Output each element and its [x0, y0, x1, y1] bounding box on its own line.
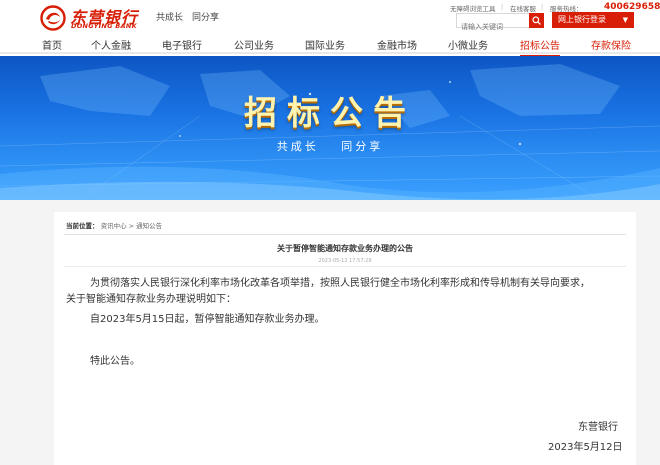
hotline-number: 4006296588 [604, 2, 660, 12]
link-separator: | [501, 3, 504, 11]
breadcrumb: 当前位置： 资讯中心 > 通知公告 [66, 220, 162, 230]
nav-item-personal-finance[interactable]: 个人金融 [91, 37, 131, 52]
search-input[interactable] [457, 20, 529, 34]
breadcrumb-divider [64, 234, 626, 235]
search-button[interactable] [529, 13, 544, 28]
chevron-down-icon: ▼ [622, 16, 628, 24]
nav-item-financial-markets[interactable]: 金融市场 [377, 37, 417, 52]
article-paragraph: 关于智能通知存款业务办理说明如下： [66, 294, 236, 305]
logo-english-name: DONGYING BANK [71, 22, 137, 30]
banner-subtitle-left: 共成长 [276, 140, 319, 153]
online-service-link[interactable]: 在线客服 [510, 3, 536, 13]
site-search [456, 13, 544, 34]
nav-item-small-business[interactable]: 小微业务 [448, 37, 488, 52]
article-signature: 东营银行 [578, 422, 618, 433]
nav-item-corporate[interactable]: 公司业务 [234, 37, 274, 52]
ebank-login-label: 网上银行登录 [558, 15, 606, 24]
hero-banner: 招标公告 共成长 同分享 [0, 56, 660, 200]
article-date: 2023-05-12 17:57:29 [318, 258, 372, 264]
article-paragraph: 自2023年5月15日起，暂停智能通知存款业务办理。 [90, 314, 325, 325]
nav-item-deposit-insurance[interactable]: 存款保险 [591, 37, 631, 52]
article-panel: 当前位置： 资讯中心 > 通知公告 关于暂停智能通知存款业务办理的公告 2023… [54, 212, 636, 465]
nav-item-tender-notice[interactable]: 招标公告 [520, 37, 560, 57]
nav-item-e-banking[interactable]: 电子银行 [162, 37, 202, 52]
article-sign-date: 2023年5月12日 [548, 442, 623, 453]
bank-logo[interactable]: 东营银行 DONGYING BANK [40, 3, 148, 31]
breadcrumb-path[interactable]: 资讯中心 > 通知公告 [101, 222, 163, 230]
bank-logo-icon [40, 5, 66, 31]
link-separator: | [541, 3, 544, 11]
banner-subtitle-right: 同分享 [341, 140, 384, 153]
article-paragraph: 为贯彻落实人民银行深化利率市场化改革各项举措，按照人民银行健全市场化利率形成和传… [90, 278, 590, 289]
nav-item-home[interactable]: 首页 [42, 37, 62, 52]
article-title: 关于暂停智能通知存款业务办理的公告 [277, 244, 413, 253]
search-icon [532, 16, 541, 25]
nav-item-international[interactable]: 国际业务 [305, 37, 345, 52]
banner-subtitle: 共成长 同分享 [0, 138, 660, 154]
breadcrumb-label: 当前位置： [66, 222, 99, 230]
ebank-login-button[interactable]: 网上银行登录 ▼ [552, 12, 634, 28]
main-nav: 首页 个人金融 电子银行 公司业务 国际业务 金融市场 小微业务 招标公告 存款… [0, 34, 660, 57]
header-slogan: 共成长 同分享 [156, 13, 220, 23]
title-divider [64, 266, 626, 267]
banner-title: 招标公告 [244, 93, 416, 132]
site-header: 东营银行 DONGYING BANK 共成长 同分享 无障碍浏览工具 | 在线客… [0, 0, 660, 34]
accessibility-link[interactable]: 无障碍浏览工具 [450, 3, 496, 13]
article-closing: 特此公告。 [90, 356, 140, 367]
